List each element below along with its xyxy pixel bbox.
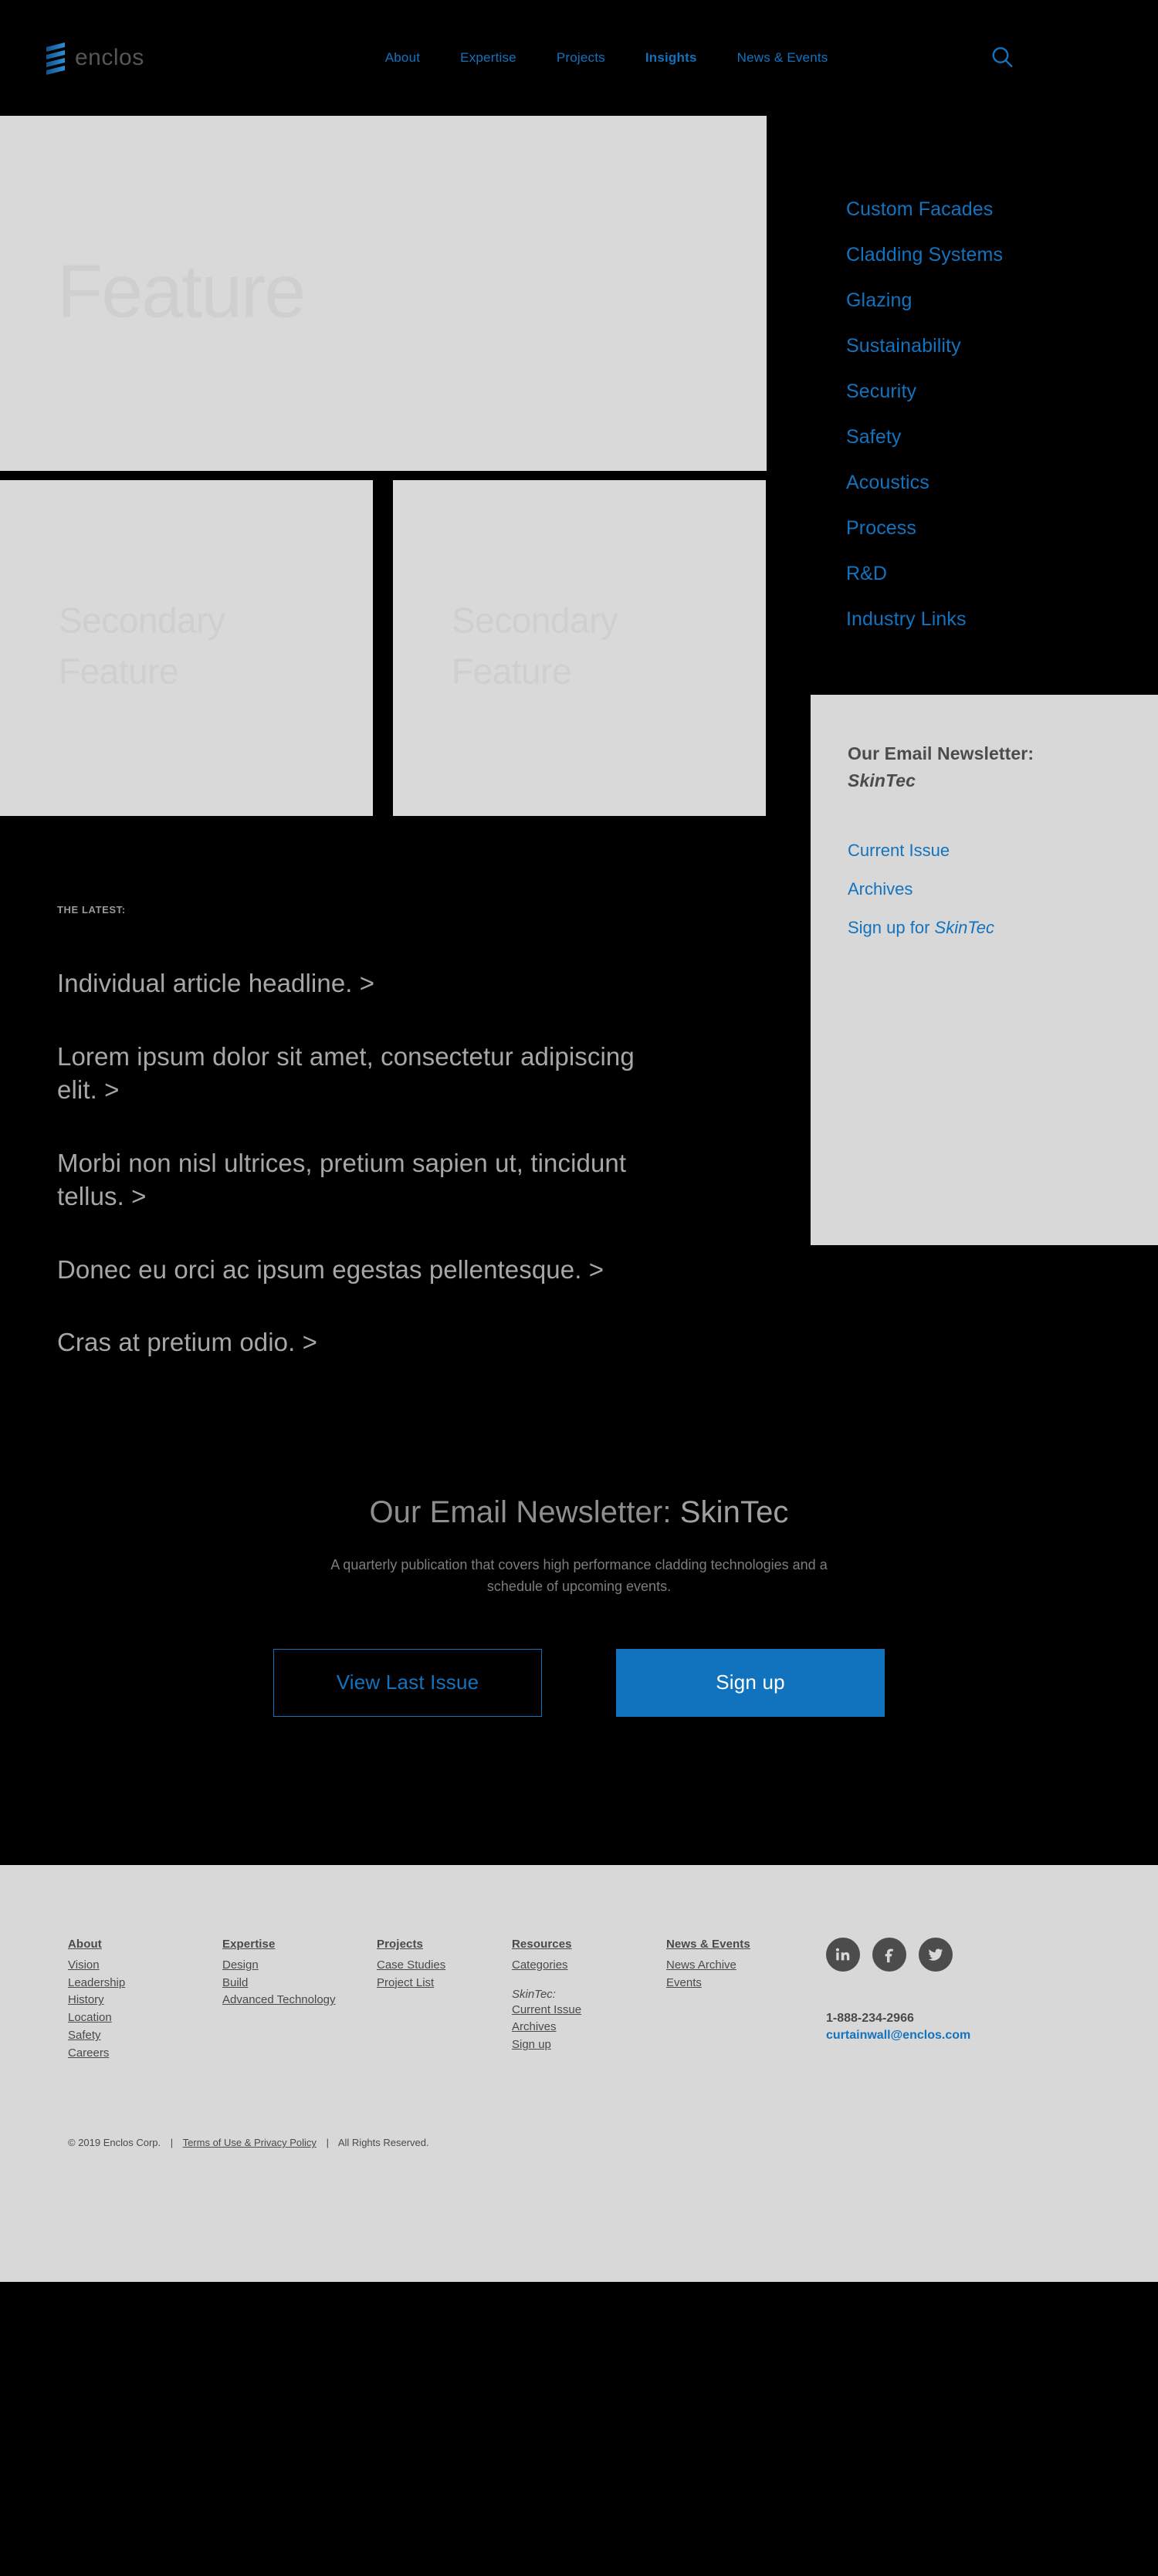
footer-link-location[interactable]: Location <box>68 2009 222 2027</box>
footer-link-advanced-technology[interactable]: Advanced Technology <box>222 1992 377 2009</box>
rights-text: All Rights Reserved. <box>337 2137 429 2149</box>
feature-main-card[interactable]: Feature <box>0 116 767 471</box>
sidebar-newsletter-panel: Our Email Newsletter: SkinTec Current Is… <box>811 695 1158 1245</box>
category-link-safety[interactable]: Safety <box>846 426 1158 449</box>
cta-heading-prefix: Our Email Newsletter: <box>369 1494 680 1529</box>
cta-heading: Our Email Newsletter: SkinTec <box>0 1495 1158 1530</box>
logo-wordmark: enclos <box>75 45 144 70</box>
sidebar-link-archives[interactable]: Archives <box>848 879 1158 899</box>
search-icon[interactable] <box>990 45 1016 71</box>
copyright-text: © 2019 Enclos Corp. <box>68 2137 161 2149</box>
facebook-icon[interactable] <box>872 1937 906 1972</box>
footer-heading-resources[interactable]: Resources <box>512 1938 666 1951</box>
footer-link-design[interactable]: Design <box>222 1957 377 1975</box>
site-footer: About Vision Leadership History Location… <box>0 1864 1158 2282</box>
the-latest-kicker: THE LATEST: <box>57 904 126 916</box>
newsletter-cta-section: Our Email Newsletter: SkinTec A quarterl… <box>0 1495 1158 1865</box>
secondary-feature-label-2: Secondary Feature <box>452 600 618 692</box>
footer-link-leadership[interactable]: Leadership <box>68 1975 222 1992</box>
terms-of-use-link[interactable]: Terms of Use & Privacy Policy <box>183 2137 317 2148</box>
sidebar-link-current-issue[interactable]: Current Issue <box>848 841 1158 861</box>
secondary-feature-card-2[interactable]: Secondary Feature <box>393 480 766 816</box>
site-header: enclos About Expertise Projects Insights… <box>0 0 1158 116</box>
category-link-glazing[interactable]: Glazing <box>846 289 1158 312</box>
sidebar-link-signup[interactable]: Sign up for SkinTec <box>848 918 1158 938</box>
category-link-custom-facades[interactable]: Custom Facades <box>846 198 1158 221</box>
sidebar-newsletter-title-line1: Our Email Newsletter: <box>848 743 1034 763</box>
enclos-slats-logo-icon <box>46 42 65 75</box>
footer-link-events[interactable]: Events <box>666 1975 821 1992</box>
footer-sublabel-skintec: SkinTec: <box>512 1987 556 2001</box>
feature-main-label: Feature <box>57 249 306 333</box>
latest-article-1[interactable]: Individual article headline. > <box>57 966 667 1000</box>
footer-column-news-events: News & Events News Archive Events <box>666 1938 821 2063</box>
footer-column-resources: Resources Categories SkinTec: Current Is… <box>512 1938 666 2063</box>
footer-link-skintec-archives[interactable]: Archives <box>512 2019 666 2036</box>
footer-heading-projects[interactable]: Projects <box>377 1938 512 1951</box>
logo[interactable]: enclos <box>46 42 144 75</box>
category-link-cladding-systems[interactable]: Cladding Systems <box>846 244 1158 266</box>
view-last-issue-button[interactable]: View Last Issue <box>273 1648 542 1717</box>
legal-separator-1: | <box>170 2137 174 2149</box>
footer-link-build[interactable]: Build <box>222 1975 377 1992</box>
footer-link-vision[interactable]: Vision <box>68 1957 222 1975</box>
cta-description: A quarterly publication that covers high… <box>330 1556 828 1594</box>
footer-column-projects: Projects Case Studies Project List <box>377 1938 512 2063</box>
social-links <box>826 1937 1104 1972</box>
legal-separator-2: | <box>326 2137 329 2149</box>
footer-link-skintec-sign-up[interactable]: Sign up <box>512 2036 666 2054</box>
footer-column-about: About Vision Leadership History Location… <box>68 1938 222 2063</box>
sidebar-newsletter-title: Our Email Newsletter: SkinTec <box>848 743 1158 793</box>
footer-email[interactable]: curtainwall@enclos.com <box>826 2029 1104 2043</box>
footer-phone[interactable]: 1-888-234-2966 <box>826 2012 1104 2026</box>
nav-item-projects[interactable]: Projects <box>557 50 605 66</box>
footer-link-safety[interactable]: Safety <box>68 2027 222 2045</box>
cta-buttons: View Last Issue Sign up <box>0 1648 1158 1717</box>
category-link-rd[interactable]: R&D <box>846 563 1158 585</box>
latest-article-2[interactable]: Lorem ipsum dolor sit amet, consectetur … <box>57 1040 667 1107</box>
latest-article-4[interactable]: Donec eu orci ac ipsum egestas pellentes… <box>57 1253 667 1287</box>
secondary-feature-card-1[interactable]: Secondary Feature <box>0 480 373 816</box>
category-link-acoustics[interactable]: Acoustics <box>846 472 1158 494</box>
footer-heading-about[interactable]: About <box>68 1938 222 1951</box>
footer-heading-expertise[interactable]: Expertise <box>222 1938 377 1951</box>
the-latest-section: THE LATEST: Individual article headline.… <box>0 904 772 1359</box>
latest-article-5[interactable]: Cras at pretium odio. > <box>57 1325 667 1359</box>
category-link-process[interactable]: Process <box>846 517 1158 540</box>
category-links-rail: Custom Facades Cladding Systems Glazing … <box>846 198 1158 631</box>
category-link-sustainability[interactable]: Sustainability <box>846 335 1158 357</box>
linkedin-icon[interactable] <box>826 1937 860 1972</box>
sign-up-button[interactable]: Sign up <box>616 1648 885 1717</box>
footer-link-news-archive[interactable]: News Archive <box>666 1957 821 1975</box>
twitter-icon[interactable] <box>919 1937 953 1972</box>
category-link-security[interactable]: Security <box>846 381 1158 403</box>
sidebar-newsletter-links: Current Issue Archives Sign up for SkinT… <box>848 841 1158 938</box>
cta-heading-brand: SkinTec <box>679 1494 789 1529</box>
main-navigation: About Expertise Projects Insights News &… <box>385 50 828 66</box>
footer-columns: About Vision Leadership History Location… <box>0 1937 1158 2063</box>
footer-legal-bar: © 2019 Enclos Corp. | Terms of Use & Pri… <box>0 2137 1158 2204</box>
category-link-industry-links[interactable]: Industry Links <box>846 608 1158 631</box>
footer-contact-block: 1-888-234-2966 curtainwall@enclos.com <box>826 1937 1104 2043</box>
latest-article-3[interactable]: Morbi non nisl ultrices, pretium sapien … <box>57 1146 667 1214</box>
nav-item-news-events[interactable]: News & Events <box>737 50 828 66</box>
nav-item-expertise[interactable]: Expertise <box>460 50 516 66</box>
sidebar-newsletter-title-line2: SkinTec <box>848 770 916 790</box>
footer-link-history[interactable]: History <box>68 1992 222 2009</box>
sidebar-link-signup-text: Sign up for <box>848 917 935 937</box>
footer-link-case-studies[interactable]: Case Studies <box>377 1957 512 1975</box>
footer-column-expertise: Expertise Design Build Advanced Technolo… <box>222 1938 377 2063</box>
footer-link-categories[interactable]: Categories <box>512 1957 666 1975</box>
footer-link-project-list[interactable]: Project List <box>377 1975 512 1992</box>
footer-link-skintec-current-issue[interactable]: Current Issue <box>512 2002 666 2019</box>
footer-link-careers[interactable]: Careers <box>68 2045 222 2063</box>
footer-heading-news-events[interactable]: News & Events <box>666 1938 821 1951</box>
nav-item-about[interactable]: About <box>385 50 420 66</box>
secondary-feature-label-1: Secondary Feature <box>59 600 225 692</box>
sidebar-link-signup-brand: SkinTec <box>934 917 994 937</box>
nav-item-insights[interactable]: Insights <box>645 50 697 66</box>
